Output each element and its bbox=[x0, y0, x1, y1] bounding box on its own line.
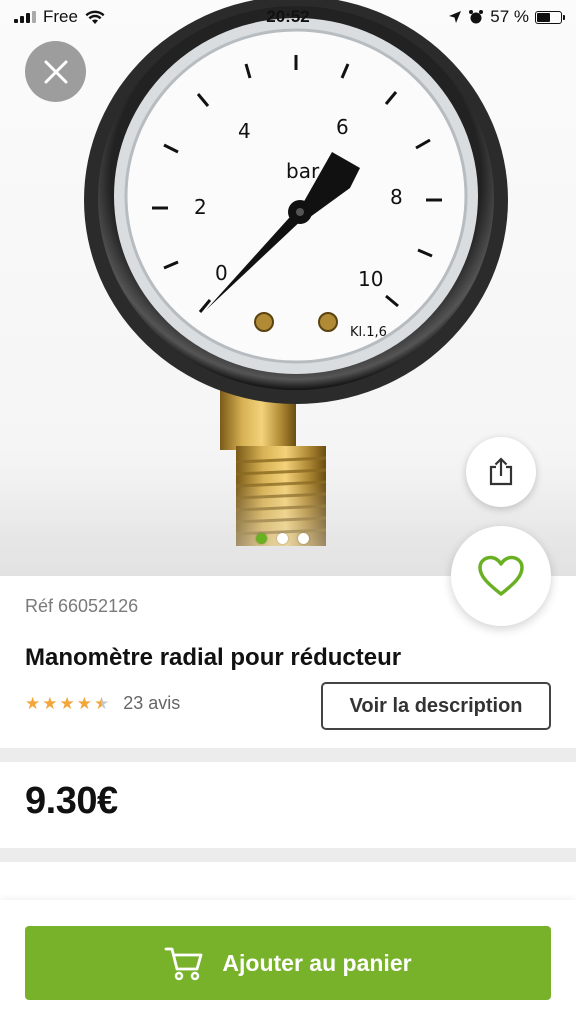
wifi-icon bbox=[85, 10, 105, 24]
favorite-button[interactable] bbox=[451, 526, 551, 626]
share-button[interactable] bbox=[466, 437, 536, 507]
half-star-icon: ★ bbox=[94, 693, 110, 713]
product-rating[interactable]: ★ ★ ★ ★ ★ 23 avis bbox=[25, 693, 180, 714]
carousel-indicator[interactable] bbox=[256, 533, 309, 544]
bottom-action-bar: Ajouter au panier bbox=[0, 900, 576, 1024]
svg-text:bar: bar bbox=[286, 159, 320, 183]
battery-icon bbox=[535, 10, 565, 24]
add-to-cart-label: Ajouter au panier bbox=[222, 949, 412, 976]
clock: 20:52 bbox=[266, 7, 310, 26]
svg-text:4: 4 bbox=[238, 119, 251, 143]
signal-icon bbox=[14, 11, 36, 23]
share-icon bbox=[489, 457, 513, 486]
carousel-dot[interactable] bbox=[298, 533, 309, 544]
svg-text:6: 6 bbox=[336, 115, 349, 139]
battery-percent: 57 % bbox=[490, 7, 529, 26]
star-icon: ★ bbox=[25, 693, 41, 713]
star-icon: ★ bbox=[59, 693, 75, 713]
add-to-cart-button[interactable]: Ajouter au panier bbox=[25, 926, 551, 1000]
rating-stars: ★ ★ ★ ★ ★ bbox=[25, 694, 109, 714]
svg-text:10: 10 bbox=[358, 267, 383, 291]
product-price: 9.30€ bbox=[25, 780, 118, 822]
price-card: 9.30€ bbox=[0, 762, 576, 848]
svg-text:8: 8 bbox=[390, 185, 403, 209]
carousel-dot[interactable] bbox=[256, 533, 267, 544]
svg-text:Kl.1,6: Kl.1,6 bbox=[350, 325, 387, 340]
star-icon: ★ bbox=[76, 693, 92, 713]
star-icon: ★ bbox=[42, 693, 58, 713]
product-photo: 0 2 4 6 8 10 bar Kl.1,6 bbox=[84, 0, 508, 546]
heart-icon bbox=[478, 555, 524, 596]
close-button[interactable] bbox=[25, 41, 86, 102]
view-description-button[interactable]: Voir la description bbox=[321, 682, 551, 730]
close-icon bbox=[44, 60, 67, 83]
product-title: Manomètre radial pour réducteur bbox=[25, 644, 402, 671]
status-bar: Free 20:52 57 % bbox=[0, 0, 576, 34]
review-count[interactable]: 23 avis bbox=[123, 693, 180, 714]
product-reference: Réf 66052126 bbox=[25, 596, 139, 616]
cart-icon bbox=[165, 947, 203, 981]
carrier-name: Free bbox=[43, 7, 78, 26]
svg-text:0: 0 bbox=[215, 261, 228, 285]
carousel-dot[interactable] bbox=[277, 533, 288, 544]
alarm-icon bbox=[469, 10, 484, 24]
location-icon bbox=[449, 11, 462, 23]
svg-text:2: 2 bbox=[194, 195, 207, 219]
